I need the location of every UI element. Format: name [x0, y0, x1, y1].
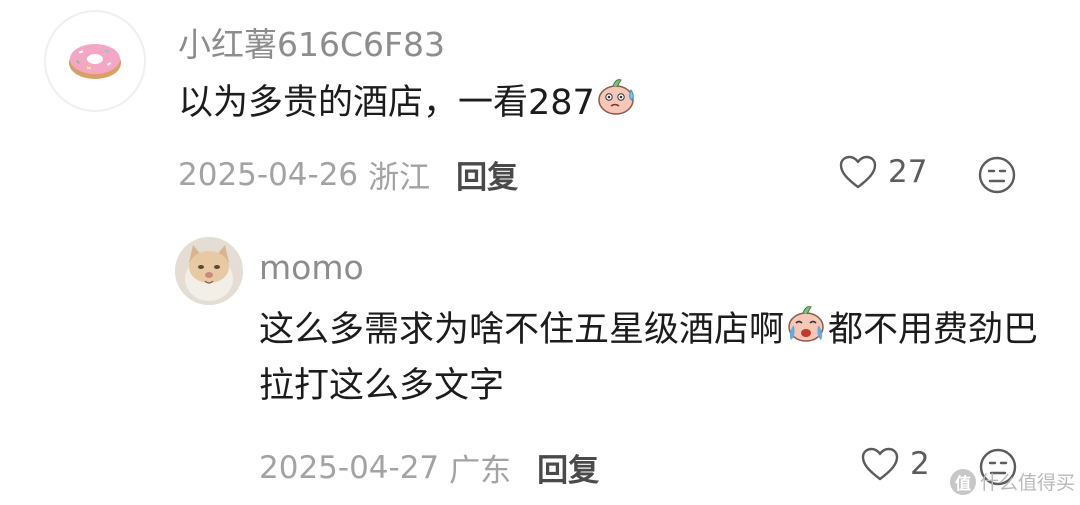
crying-emoji-icon — [785, 303, 827, 359]
reply-button[interactable]: 回复 — [456, 152, 518, 197]
comment-meta: 2025-04-26 浙江 回复 — [178, 152, 518, 197]
like-button[interactable]: 27 — [838, 154, 927, 190]
username[interactable]: 小红薯616C6F83 — [178, 18, 445, 66]
comment-date: 2025-04-26 — [178, 156, 359, 193]
heart-icon — [839, 155, 877, 189]
username[interactable]: momo — [259, 248, 364, 287]
cat-avatar-icon — [175, 237, 243, 305]
comment-meta: 2025-04-27 广东 回复 — [259, 445, 599, 490]
watermark-logo-icon: 值 — [950, 468, 976, 495]
comment-text: 以为多贵的酒店，一看287 — [178, 76, 639, 132]
watermark: 值 什么值得买 — [950, 468, 1075, 495]
comment-text-content: 以为多贵的酒店，一看287 — [178, 83, 595, 123]
watermark-text: 什么值得买 — [980, 472, 1076, 494]
heart-icon — [861, 447, 899, 481]
donut-icon — [69, 44, 121, 79]
dislike-button[interactable] — [977, 155, 1017, 199]
neutral-face-icon — [978, 156, 1016, 194]
like-count: 27 — [888, 154, 928, 190]
sweat-emoji-icon — [596, 76, 638, 132]
comment-text-content: 这么多需求为啥不住五星级酒店啊 — [259, 310, 785, 350]
comment-date: 2025-04-27 — [259, 449, 440, 486]
avatar[interactable] — [44, 10, 146, 112]
reply-button[interactable]: 回复 — [537, 445, 599, 490]
avatar[interactable] — [175, 237, 243, 305]
comment-text: 这么多需求为啥不住五星级酒店啊 都不用费劲巴拉打这么多文字 — [259, 303, 1059, 413]
like-count: 2 — [910, 446, 930, 482]
comment-location: 浙江 — [368, 160, 431, 196]
like-button[interactable]: 2 — [860, 446, 930, 482]
comment-location: 广东 — [449, 453, 512, 489]
